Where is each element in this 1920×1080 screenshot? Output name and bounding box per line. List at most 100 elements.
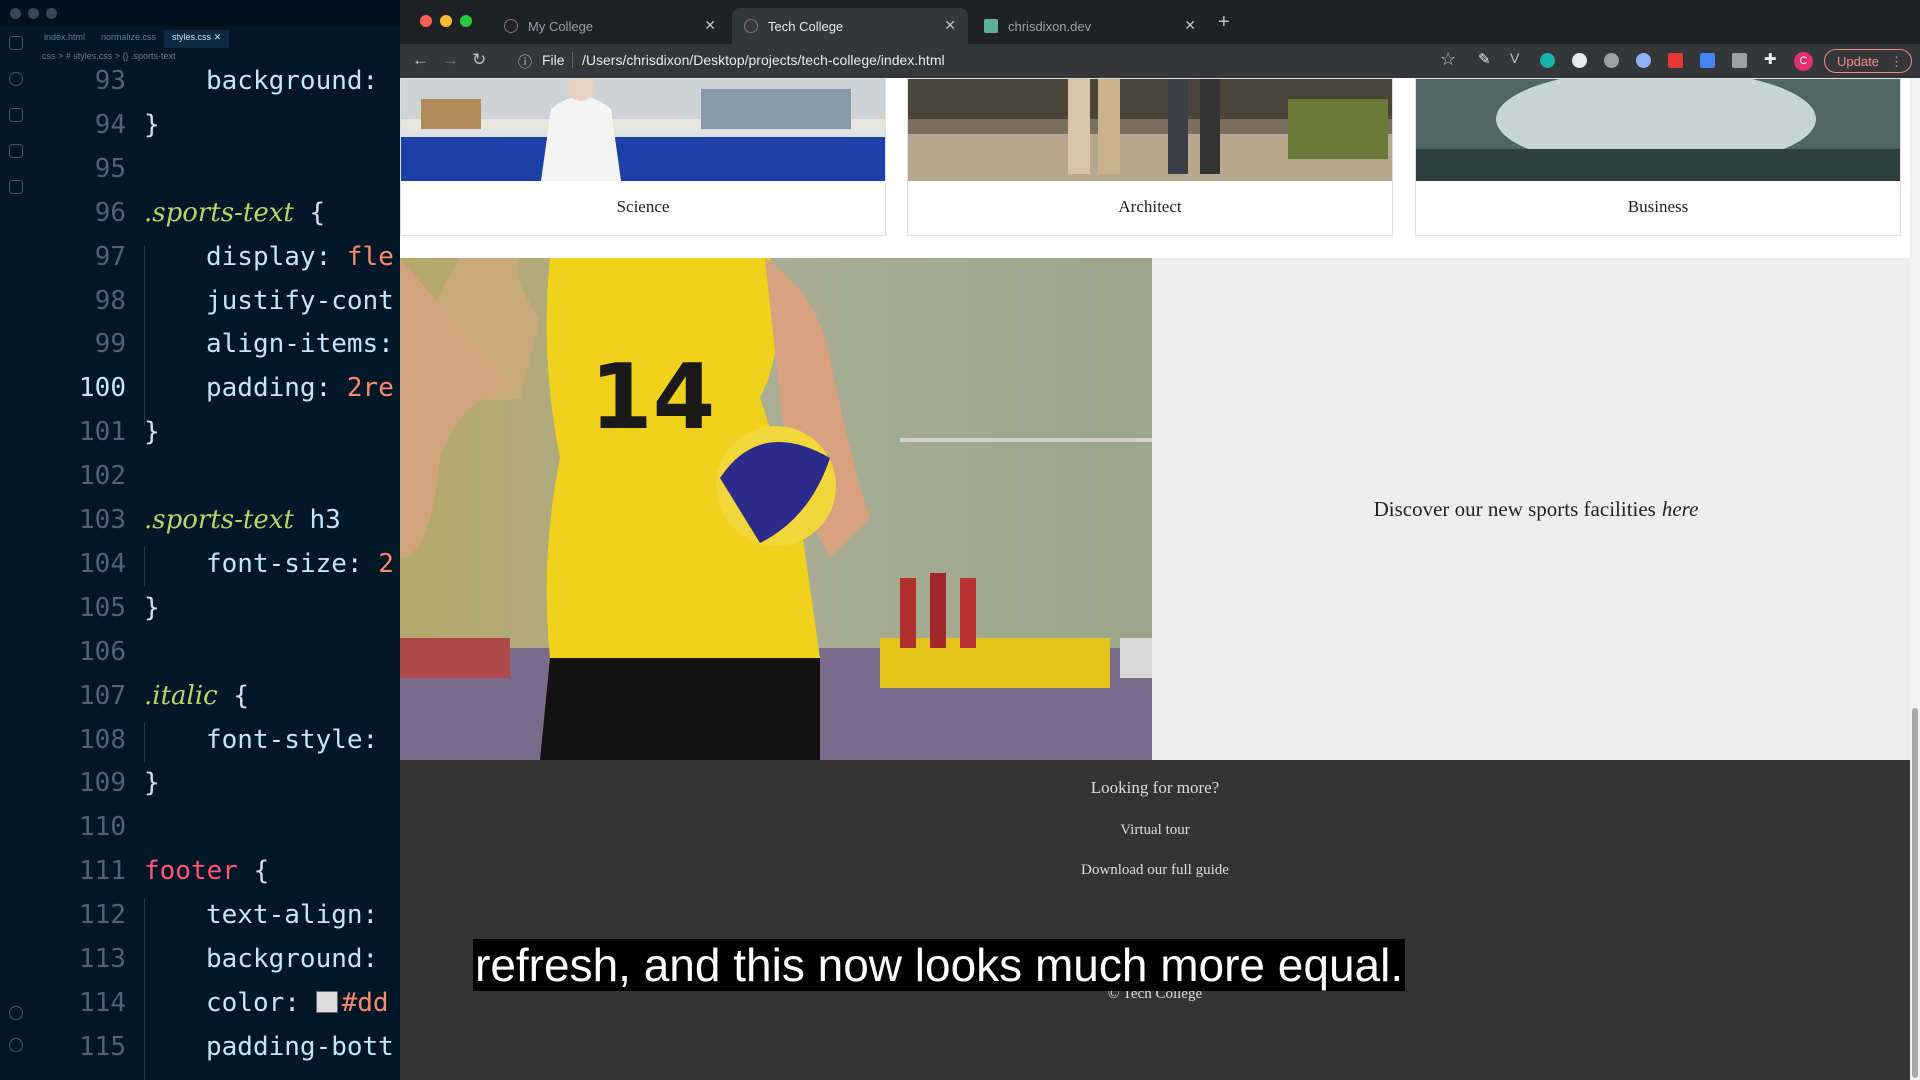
window-close-button[interactable]	[420, 15, 432, 27]
pen-extension-icon[interactable]: ✎	[1478, 50, 1493, 68]
line-number: 109	[79, 768, 126, 799]
code-line[interactable]: footer {	[144, 856, 269, 886]
close-tab-icon[interactable]: ✕	[1184, 17, 1196, 34]
extensions-icon[interactable]	[9, 180, 23, 194]
architect-image	[908, 79, 1392, 181]
globe-icon	[504, 19, 518, 33]
course-card-science[interactable]: Science	[400, 78, 886, 236]
browser-tab-tech-college[interactable]: Tech College ✕	[732, 8, 968, 44]
account-icon[interactable]	[9, 1006, 23, 1020]
code-token: #dd	[341, 987, 389, 1018]
code-token: padding:	[206, 373, 347, 404]
code-line[interactable]: background:	[206, 66, 378, 96]
red-extension-icon[interactable]	[1668, 53, 1683, 68]
window-minimize-button[interactable]	[440, 15, 452, 27]
code-line[interactable]: }	[144, 593, 160, 623]
close-icon[interactable]: ✕	[214, 32, 222, 42]
new-tab-icon[interactable]: +	[1218, 11, 1230, 34]
code-line[interactable]: .sports-text h3	[144, 505, 341, 535]
editor-title-bar	[0, 0, 400, 26]
code-line[interactable]: padding: 2re	[206, 373, 394, 403]
site-favicon-icon	[984, 19, 998, 33]
card-title: Business	[1627, 197, 1689, 216]
search-icon[interactable]	[9, 72, 23, 86]
react-extension-icon[interactable]	[1636, 53, 1651, 68]
close-tab-icon[interactable]: ✕	[704, 17, 716, 34]
reload-icon[interactable]: ↻	[472, 50, 486, 70]
code-token: 2re	[346, 373, 394, 404]
update-label: Update	[1837, 54, 1879, 69]
line-number: 96	[94, 197, 126, 228]
document-extension-icon[interactable]	[1732, 53, 1747, 68]
puzzle-extensions-icon[interactable]: ✚	[1764, 50, 1779, 68]
editor-tab-styles-css[interactable]: styles.css ✕	[164, 30, 230, 48]
close-tab-icon[interactable]: ✕	[944, 17, 956, 34]
back-arrow-icon[interactable]: ←	[412, 50, 429, 70]
bookmark-star-icon[interactable]: ☆	[1440, 49, 1456, 70]
breadcrumb[interactable]: css > # styles.css > {} .sports-text	[42, 51, 176, 61]
sports-here-link[interactable]: here	[1662, 497, 1699, 522]
browser-tab-chrisdixon[interactable]: chrisdixon.dev ✕	[972, 8, 1208, 44]
code-line[interactable]: }	[144, 417, 160, 447]
code-line[interactable]: background:	[206, 944, 378, 974]
code-line[interactable]: display: fle	[206, 242, 394, 272]
line-number: 108	[79, 724, 126, 755]
course-card-architect[interactable]: Architect	[907, 78, 1393, 236]
code-line[interactable]: font-size: 2	[206, 549, 394, 579]
update-button[interactable]: Update ⋮	[1824, 49, 1912, 73]
code-token: {	[217, 680, 250, 711]
window-zoom-button[interactable]	[460, 15, 472, 27]
activity-bar	[0, 26, 34, 1080]
code-line[interactable]: justify-cont	[206, 286, 394, 316]
code-token: fle	[346, 241, 394, 272]
editor-tab-normalize-css[interactable]: normalize.css	[93, 30, 164, 48]
editor-close-dot[interactable]	[10, 8, 21, 19]
line-number: 110	[79, 812, 126, 843]
editor-minimize-dot[interactable]	[28, 8, 39, 19]
scrollbar-thumb[interactable]	[1912, 708, 1918, 1078]
editor-zoom-dot[interactable]	[46, 8, 57, 19]
editor-tab-index-html[interactable]: index.html	[36, 30, 93, 48]
blue-extension-icon[interactable]	[1700, 53, 1715, 68]
more-menu-icon[interactable]: ⋮	[1890, 50, 1903, 74]
line-number: 111	[79, 856, 126, 887]
sports-text: Discover our new sports facilities here	[1152, 258, 1920, 760]
forward-arrow-icon[interactable]: →	[442, 50, 459, 70]
code-token: footer	[144, 856, 238, 887]
code-line[interactable]: .sports-text {	[144, 198, 325, 228]
line-number: 103	[79, 505, 126, 535]
profile-avatar[interactable]: C	[1794, 52, 1813, 71]
code-line[interactable]: .italic {	[144, 681, 249, 711]
teal-extension-icon[interactable]	[1540, 53, 1555, 68]
browser-tab-strip: My College ✕ Tech College ✕ chrisdixon.d…	[400, 0, 1920, 44]
color-swatch[interactable]	[315, 990, 338, 1013]
run-debug-icon[interactable]	[9, 144, 23, 158]
browser-tab-my-college[interactable]: My College ✕	[492, 8, 728, 44]
page-viewport[interactable]: Science Architect Business 14 Discover o…	[400, 78, 1920, 1080]
info-icon[interactable]: ⓘ	[518, 52, 532, 72]
page-scrollbar[interactable]	[1910, 78, 1920, 1080]
tab-title: My College	[528, 18, 594, 34]
code-line[interactable]: }	[144, 768, 160, 798]
course-card-business[interactable]: Business	[1415, 78, 1901, 236]
white-extension-icon[interactable]	[1572, 53, 1587, 68]
line-number: 95	[94, 153, 126, 184]
code-line[interactable]: align-items:	[206, 329, 394, 359]
code-line[interactable]: color: #dd	[206, 988, 389, 1018]
v-extension-icon[interactable]: V	[1510, 50, 1525, 66]
code-line[interactable]: }	[144, 110, 160, 140]
footer-link-virtual-tour[interactable]: Virtual tour	[400, 822, 1910, 839]
explorer-icon[interactable]	[9, 36, 23, 50]
source-control-icon[interactable]	[9, 108, 23, 122]
business-image	[1416, 79, 1900, 181]
code-line[interactable]: font-style:	[206, 725, 378, 755]
address-bar[interactable]: /Users/chrisdixon/Desktop/projects/tech-…	[582, 52, 945, 68]
line-number: 102	[79, 461, 126, 492]
code-token: 2	[378, 548, 394, 579]
code-line[interactable]: text-align:	[206, 900, 378, 930]
code-line[interactable]: padding-bott	[206, 1032, 394, 1062]
settings-gear-icon[interactable]	[9, 1038, 23, 1052]
gear-extension-icon[interactable]	[1604, 53, 1619, 68]
footer-link-guide[interactable]: Download our full guide	[400, 862, 1910, 879]
editor-tab-bar: index.html normalize.css styles.css ✕	[36, 30, 400, 48]
